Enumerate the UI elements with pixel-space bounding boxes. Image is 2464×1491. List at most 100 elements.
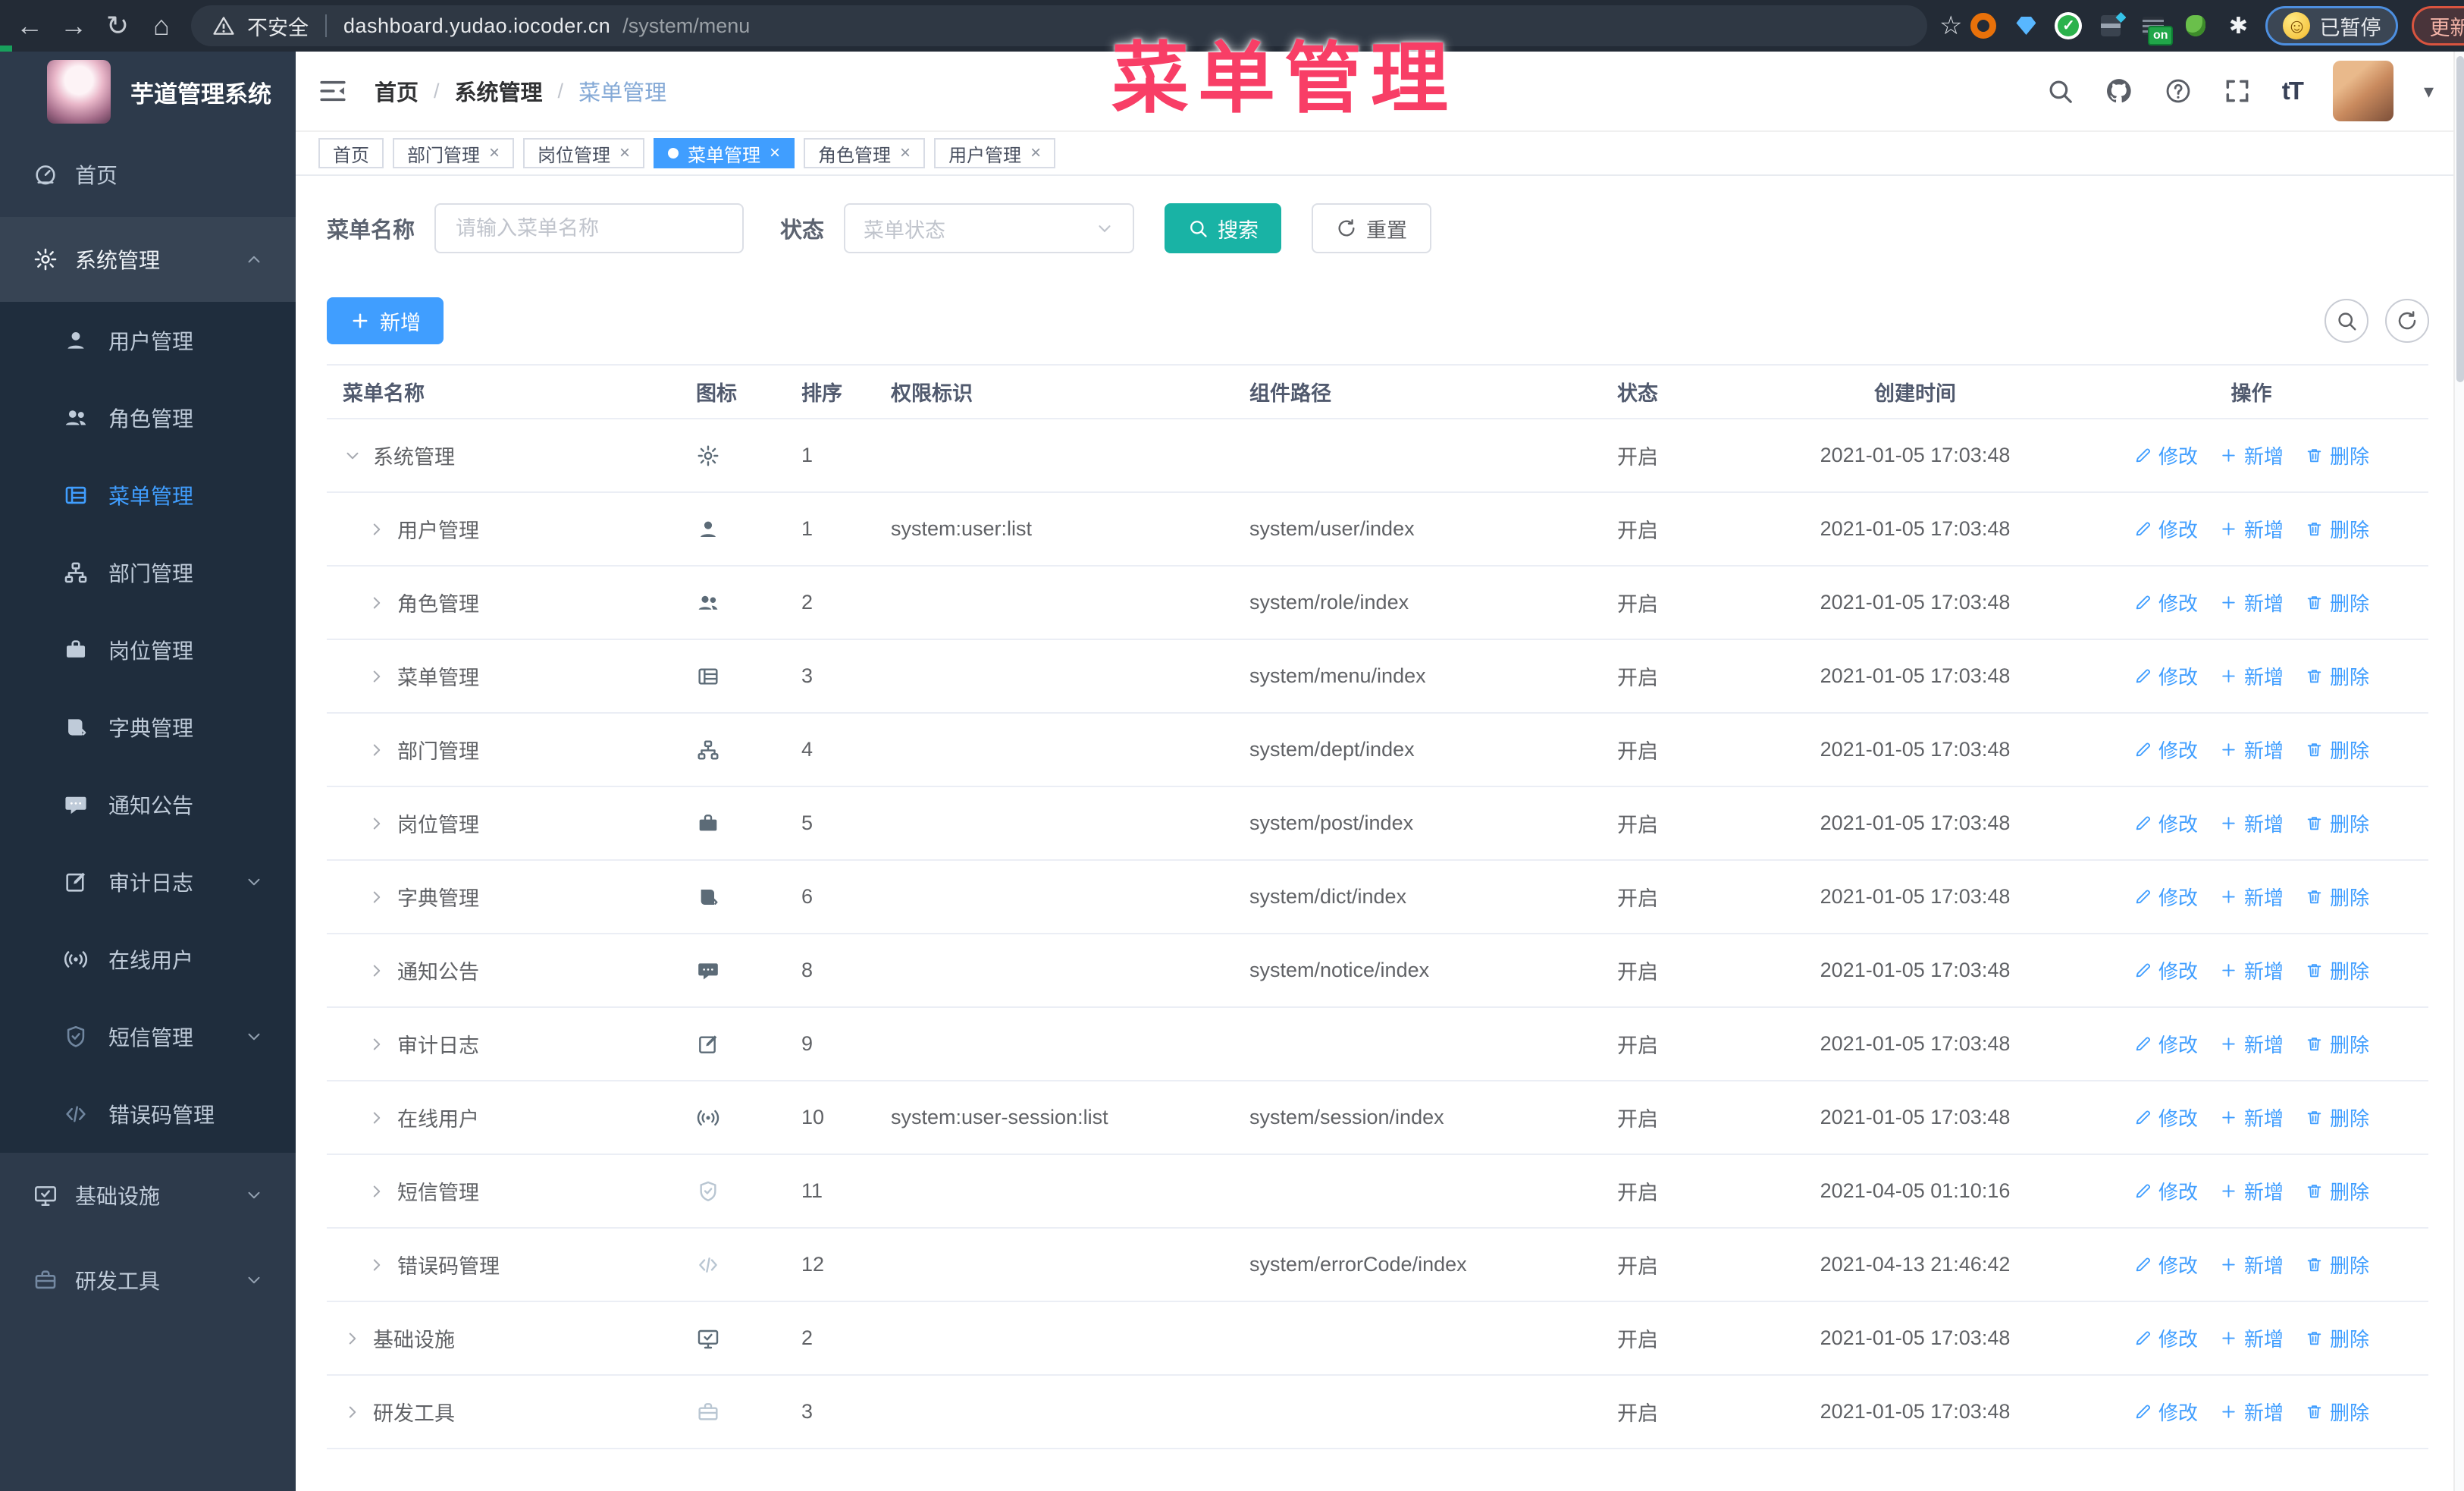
add-action-link[interactable]: 新增 bbox=[2219, 515, 2284, 543]
caret-collapsed-icon[interactable] bbox=[343, 1402, 362, 1422]
caret-collapsed-icon[interactable] bbox=[367, 1182, 387, 1201]
edit-action-link[interactable]: 修改 bbox=[2133, 515, 2198, 543]
add-action-link[interactable]: 新增 bbox=[2219, 1251, 2284, 1279]
refresh-table-button[interactable] bbox=[2385, 299, 2429, 343]
sidebar-subitem[interactable]: 在线用户 bbox=[0, 921, 296, 998]
delete-action-link[interactable]: 删除 bbox=[2305, 1251, 2369, 1279]
caret-collapsed-icon[interactable] bbox=[367, 740, 387, 760]
add-action-link[interactable]: 新增 bbox=[2219, 441, 2284, 469]
add-action-link[interactable]: 新增 bbox=[2219, 1103, 2284, 1132]
sidebar-item[interactable]: 首页 bbox=[0, 132, 296, 217]
sidebar-item[interactable]: 基础设施 bbox=[0, 1153, 296, 1238]
delete-action-link[interactable]: 删除 bbox=[2305, 1177, 2369, 1205]
menu-name-input[interactable] bbox=[434, 203, 745, 253]
close-icon[interactable]: × bbox=[619, 144, 630, 162]
add-action-link[interactable]: 新增 bbox=[2219, 883, 2284, 911]
sidebar-subitem[interactable]: 岗位管理 bbox=[0, 611, 296, 689]
add-button[interactable]: 新增 bbox=[327, 297, 444, 344]
app-logo-area[interactable]: 芋道管理系统 bbox=[0, 52, 296, 132]
delete-action-link[interactable]: 删除 bbox=[2305, 515, 2369, 543]
edit-action-link[interactable]: 修改 bbox=[2133, 662, 2198, 690]
edit-action-link[interactable]: 修改 bbox=[2133, 1177, 2198, 1205]
add-action-link[interactable]: 新增 bbox=[2219, 956, 2284, 984]
browser-reload-button[interactable]: ↻ bbox=[96, 5, 140, 47]
scrollbar-thumb[interactable] bbox=[2456, 56, 2464, 382]
add-action-link[interactable]: 新增 bbox=[2219, 1324, 2284, 1352]
add-action-link[interactable]: 新增 bbox=[2219, 589, 2284, 617]
add-action-link[interactable]: 新增 bbox=[2219, 1030, 2284, 1058]
edit-action-link[interactable]: 修改 bbox=[2133, 1398, 2198, 1426]
delete-action-link[interactable]: 删除 bbox=[2305, 1103, 2369, 1132]
sidebar-subitem[interactable]: 角色管理 bbox=[0, 379, 296, 457]
caret-expanded-icon[interactable] bbox=[343, 446, 362, 466]
status-select[interactable]: 菜单状态 bbox=[844, 203, 1135, 253]
edit-action-link[interactable]: 修改 bbox=[2133, 1030, 2198, 1058]
edit-action-link[interactable]: 修改 bbox=[2133, 1324, 2198, 1352]
edit-action-link[interactable]: 修改 bbox=[2133, 1251, 2198, 1279]
gray-squares-icon[interactable] bbox=[2097, 12, 2124, 39]
edit-action-link[interactable]: 修改 bbox=[2133, 589, 2198, 617]
toggle-search-button[interactable] bbox=[2324, 299, 2368, 343]
user-avatar[interactable] bbox=[2332, 61, 2393, 121]
delete-action-link[interactable]: 删除 bbox=[2305, 589, 2369, 617]
delete-action-link[interactable]: 删除 bbox=[2305, 736, 2369, 764]
sidebar-collapse-icon[interactable] bbox=[317, 75, 349, 107]
sidebar-item[interactable]: 研发工具 bbox=[0, 1238, 296, 1323]
edit-action-link[interactable]: 修改 bbox=[2133, 809, 2198, 837]
add-action-link[interactable]: 新增 bbox=[2219, 1398, 2284, 1426]
sidebar-subitem[interactable]: 审计日志 bbox=[0, 843, 296, 921]
sidebar-subitem[interactable]: 字典管理 bbox=[0, 689, 296, 766]
font-size-icon[interactable]: tT bbox=[2282, 77, 2304, 105]
sidebar-subitem[interactable]: 短信管理 bbox=[0, 998, 296, 1075]
close-icon[interactable]: × bbox=[900, 144, 911, 162]
caret-collapsed-icon[interactable] bbox=[367, 593, 387, 613]
help-icon[interactable] bbox=[2164, 77, 2193, 105]
blue-gem-icon[interactable] bbox=[2012, 12, 2039, 39]
breadcrumb-system[interactable]: 系统管理 bbox=[455, 75, 543, 107]
caret-collapsed-icon[interactable] bbox=[343, 1329, 362, 1348]
edit-action-link[interactable]: 修改 bbox=[2133, 736, 2198, 764]
sidebar-subitem[interactable]: 通知公告 bbox=[0, 766, 296, 843]
edit-action-link[interactable]: 修改 bbox=[2133, 956, 2198, 984]
close-icon[interactable]: × bbox=[1030, 144, 1041, 162]
caret-collapsed-icon[interactable] bbox=[367, 887, 387, 907]
search-button[interactable]: 搜索 bbox=[1165, 203, 1282, 253]
white-puzzle-icon[interactable]: ✱ bbox=[2224, 12, 2252, 39]
delete-action-link[interactable]: 删除 bbox=[2305, 662, 2369, 690]
breadcrumb-home[interactable]: 首页 bbox=[375, 75, 419, 107]
paused-extension-pill[interactable]: ☺ 已暂停 bbox=[2265, 6, 2399, 46]
caret-collapsed-icon[interactable] bbox=[367, 814, 387, 833]
caret-collapsed-icon[interactable] bbox=[367, 1255, 387, 1275]
tag-item[interactable]: 岗位管理 × bbox=[523, 138, 645, 168]
green-check-icon[interactable] bbox=[2055, 12, 2083, 39]
close-icon[interactable]: × bbox=[770, 144, 780, 162]
caret-collapsed-icon[interactable] bbox=[367, 1034, 387, 1054]
edit-action-link[interactable]: 修改 bbox=[2133, 1103, 2198, 1132]
delete-action-link[interactable]: 删除 bbox=[2305, 1030, 2369, 1058]
tag-item[interactable]: 首页 bbox=[318, 138, 384, 168]
caret-collapsed-icon[interactable] bbox=[367, 519, 387, 539]
add-action-link[interactable]: 新增 bbox=[2219, 736, 2284, 764]
add-action-link[interactable]: 新增 bbox=[2219, 662, 2284, 690]
browser-back-button[interactable]: ← bbox=[8, 5, 52, 47]
caret-collapsed-icon[interactable] bbox=[367, 961, 387, 981]
edit-action-link[interactable]: 修改 bbox=[2133, 441, 2198, 469]
github-icon[interactable] bbox=[2105, 77, 2133, 105]
sidebar-subitem[interactable]: 用户管理 bbox=[0, 302, 296, 379]
sidebar-subitem[interactable]: 错误码管理 bbox=[0, 1075, 296, 1153]
avatar-caret-down-icon[interactable]: ▾ bbox=[2424, 80, 2434, 103]
caret-collapsed-icon[interactable] bbox=[367, 667, 387, 686]
sidebar-subitem[interactable]: 部门管理 bbox=[0, 534, 296, 611]
address-bar[interactable]: 不安全 dashboard.yudao.iocoder.cn/system/me… bbox=[191, 5, 1927, 46]
browser-forward-button[interactable]: → bbox=[52, 5, 96, 47]
dark-on-badge-icon[interactable]: on bbox=[2140, 12, 2174, 46]
add-action-link[interactable]: 新增 bbox=[2219, 809, 2284, 837]
tag-item[interactable]: 菜单管理 × bbox=[654, 138, 795, 168]
browser-update-button[interactable]: 更新 ⋮ bbox=[2412, 6, 2464, 46]
tag-item[interactable]: 部门管理 × bbox=[393, 138, 515, 168]
orange-ring-icon[interactable] bbox=[1970, 12, 1997, 39]
caret-collapsed-icon[interactable] bbox=[367, 1108, 387, 1128]
delete-action-link[interactable]: 删除 bbox=[2305, 809, 2369, 837]
delete-action-link[interactable]: 删除 bbox=[2305, 1398, 2369, 1426]
bookmark-star-icon[interactable]: ☆ bbox=[1939, 11, 1962, 41]
